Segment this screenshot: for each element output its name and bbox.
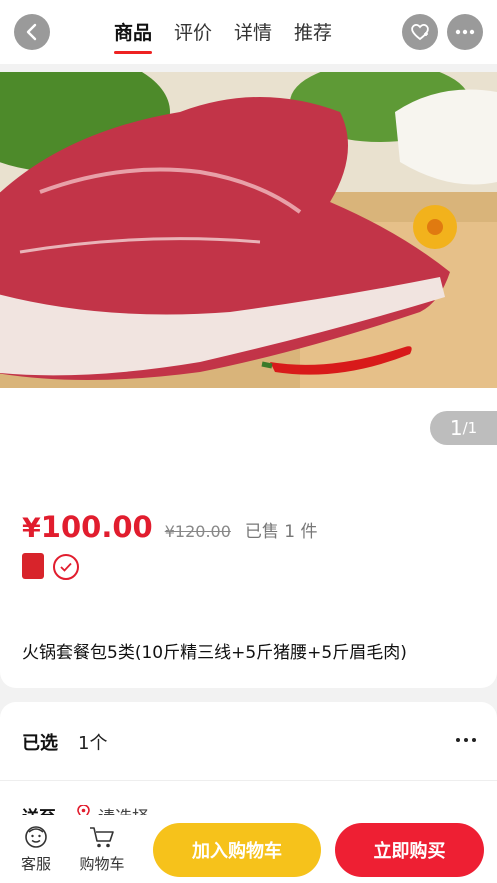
shop-seal-icon xyxy=(22,553,44,579)
product-title: 火锅套餐包5类(10斤精三线+5斤猪腰+5斤眉毛肉) xyxy=(22,643,407,663)
badge-row xyxy=(22,553,79,580)
tab-recommend[interactable]: 推荐 xyxy=(294,18,332,45)
divider xyxy=(0,780,497,781)
currency-symbol: ¥ xyxy=(22,513,41,544)
pager-total: /1 xyxy=(462,419,478,437)
product-image[interactable] xyxy=(0,72,497,388)
more-button[interactable] xyxy=(447,14,483,50)
add-to-cart-button[interactable]: 加入购物车 xyxy=(153,823,321,877)
image-pager: 1/1 xyxy=(430,411,497,445)
original-price: ¥120.00 xyxy=(164,522,231,541)
customer-service-icon xyxy=(25,826,47,848)
sold-count: 已售 1 件 xyxy=(244,522,318,542)
more-icon xyxy=(455,29,475,35)
price-value: 100.00 xyxy=(40,510,153,544)
pager-current: 1 xyxy=(449,416,463,440)
top-nav-bar: 商品 评价 详情 推荐 xyxy=(0,0,497,64)
buy-now-button[interactable]: 立即购买 xyxy=(335,823,484,877)
cart-icon xyxy=(90,827,114,848)
favorite-button[interactable] xyxy=(402,14,438,50)
tab-bar: 商品 评价 详情 推荐 xyxy=(114,18,332,54)
spec-more-icon[interactable] xyxy=(456,738,476,742)
customer-service-button[interactable]: 客服 xyxy=(9,823,63,874)
cart-button[interactable]: 购物车 xyxy=(75,823,129,874)
tab-reviews[interactable]: 评价 xyxy=(174,18,212,45)
customer-service-label: 客服 xyxy=(20,855,51,873)
current-price: ¥100.00 xyxy=(22,510,153,544)
back-button[interactable] xyxy=(14,14,50,50)
spec-label: 已选 xyxy=(22,733,58,754)
verified-icon xyxy=(53,554,79,580)
back-icon xyxy=(26,23,37,41)
price-row: ¥100.00 ¥120.00 已售 1 件 xyxy=(22,510,318,544)
favorite-icon xyxy=(411,23,429,41)
bottom-action-bar: 客服 购物车 加入购物车 立即购买 xyxy=(0,815,497,883)
spec-value: 1个 xyxy=(78,733,108,754)
tab-details[interactable]: 详情 xyxy=(234,18,272,45)
cart-label: 购物车 xyxy=(79,855,125,873)
tab-product[interactable]: 商品 xyxy=(114,18,153,54)
